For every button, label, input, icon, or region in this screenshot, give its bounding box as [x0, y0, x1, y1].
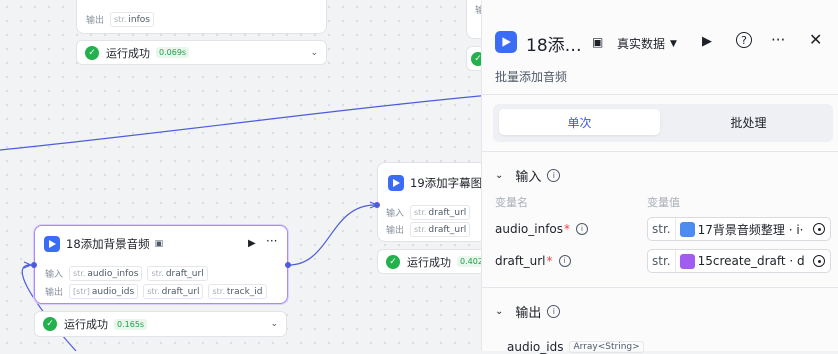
reference-value: 17背景音频整理 · i· [697, 222, 804, 237]
divider [482, 151, 838, 152]
success-check-icon: ✓ [43, 317, 57, 331]
node-properties-panel: 18添… ▣ 真实数据 ▼ ▶ ? ··· ✕ 批量添加音频 单次 批处理 ⌄ … [481, 0, 838, 354]
chevron-down-icon[interactable]: ⌄ [310, 48, 318, 58]
type-label: str. [648, 218, 676, 240]
more-options-icon[interactable]: ··· [266, 234, 277, 248]
divider [482, 94, 838, 95]
info-icon[interactable]: i [547, 305, 561, 318]
type-label: str. [648, 250, 676, 272]
save-icon: ▣ [154, 239, 164, 249]
video-node-icon [388, 175, 404, 191]
video-node-icon [44, 236, 60, 252]
output-section-header[interactable]: ⌄ 输出 i [495, 302, 561, 321]
help-icon[interactable]: ? [736, 32, 752, 48]
panel-title: 18添… [526, 36, 582, 56]
divider [482, 287, 838, 288]
section-title: 输入 [515, 170, 542, 185]
input-section-header[interactable]: ⌄ 输入 i [495, 166, 561, 185]
audio-infos-value-field[interactable]: str. 17背景音频整理 · i· [647, 217, 831, 241]
output-audio-ids: audio_ids Array<String> [507, 340, 644, 354]
run-time-badge: 0.165s [114, 318, 148, 330]
output-tag: str. infos [110, 12, 154, 27]
target-icon[interactable] [813, 255, 825, 267]
column-header-name: 变量名 [495, 196, 528, 209]
tab-single[interactable]: 单次 [499, 109, 660, 135]
close-icon[interactable]: ✕ [809, 30, 822, 49]
mode-segmented-control: 单次 批处理 [493, 104, 833, 142]
data-mode-label: 真实数据 [617, 37, 666, 51]
save-icon[interactable]: ▣ [592, 35, 603, 49]
run-time-badge: 0.069s [156, 47, 190, 58]
run-icon[interactable]: ▶ [702, 34, 712, 49]
success-check-icon: ✓ [85, 45, 99, 60]
info-icon[interactable]: i [558, 255, 571, 267]
data-mode-dropdown[interactable]: 真实数据 ▼ [617, 35, 677, 52]
reference-value: 15create_draft · d [697, 254, 805, 268]
node-18-add-bg-audio[interactable]: 18添加背景音频 ▣ ▶ ··· 输入 str. audio_infos str.… [34, 225, 288, 304]
source-node-icon [679, 221, 695, 237]
output-port[interactable] [285, 262, 291, 268]
node-18-run-status[interactable]: ✓ 运行成功 0.165s ⌄ [34, 311, 287, 337]
chevron-down-icon: ⌄ [495, 306, 504, 317]
upper-left-node[interactable]: 输出 str. infos [76, 0, 327, 34]
var-audio-infos: audio_infos * i [495, 222, 589, 236]
input-port[interactable] [374, 202, 380, 208]
output-label: 输出 [86, 16, 105, 26]
info-icon[interactable]: i [576, 223, 589, 235]
video-node-icon [495, 31, 517, 53]
info-icon[interactable]: i [547, 169, 561, 182]
tab-batch[interactable]: 批处理 [668, 109, 829, 135]
status-text: 运行成功 [64, 318, 108, 331]
chevron-down-icon: ⌄ [495, 170, 504, 181]
status-text: 运行成功 [407, 255, 451, 269]
var-draft-url: draft_url * i [495, 254, 571, 268]
node-title: 18添加背景音频 [66, 237, 150, 251]
chevron-down-icon[interactable]: ⌄ [270, 319, 278, 329]
draft-url-value-field[interactable]: str. 15create_draft · d [647, 249, 831, 273]
success-check-icon: ✓ [386, 254, 400, 269]
section-title: 输出 [515, 306, 542, 321]
caret-down-icon: ▼ [670, 38, 677, 49]
input-port[interactable] [31, 262, 37, 268]
panel-subtitle: 批量添加音频 [495, 70, 568, 84]
source-node-icon [679, 253, 695, 269]
target-icon[interactable] [813, 223, 825, 235]
upper-left-run-status[interactable]: ✓ 运行成功 0.069s ⌄ [76, 40, 327, 65]
type-tag: Array<String> [569, 341, 644, 353]
more-options-icon[interactable]: ··· [771, 31, 785, 49]
status-text: 运行成功 [106, 46, 150, 60]
column-header-value: 变量值 [647, 196, 680, 209]
run-node-icon[interactable]: ▶ [248, 238, 256, 249]
